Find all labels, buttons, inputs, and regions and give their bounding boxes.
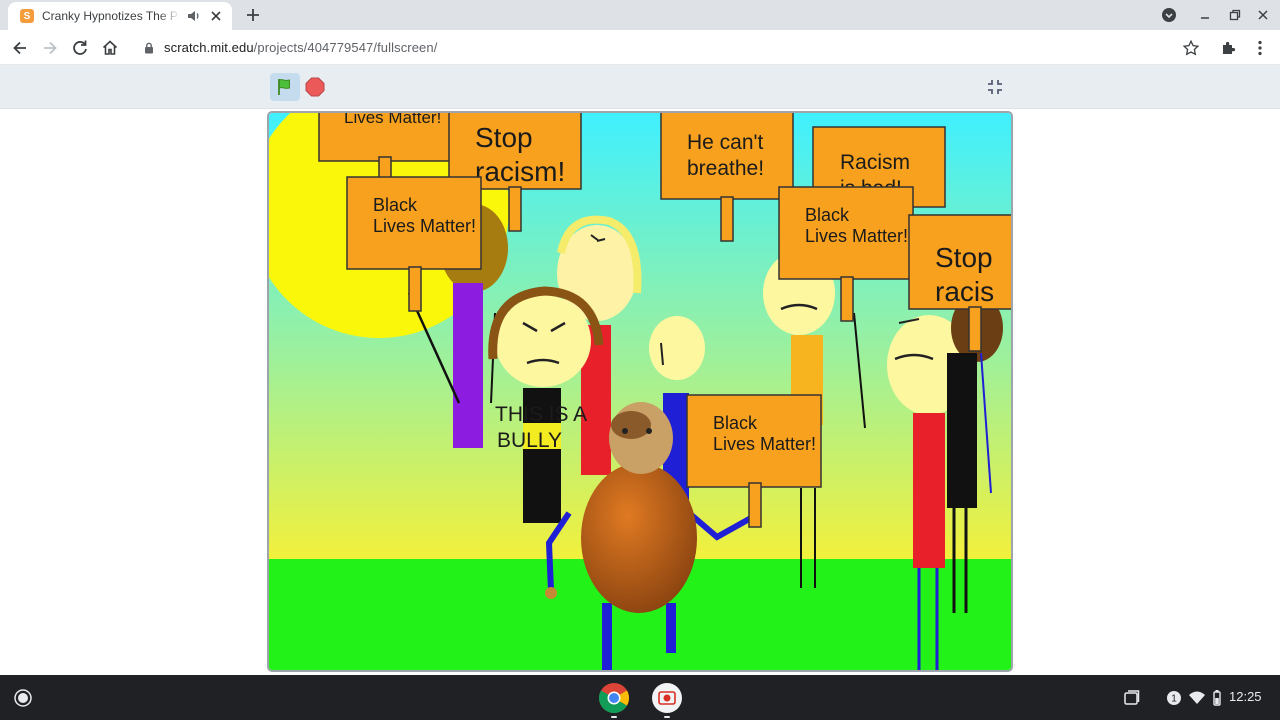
notification-count: 1 <box>1171 694 1177 705</box>
sign-cant-breathe-line-2: breathe! <box>687 157 764 180</box>
tab-strip: S Cranky Hypnotizes The Police <box>0 0 1280 30</box>
arrow-left-icon[interactable] <box>10 38 30 58</box>
arrow-right-icon[interactable] <box>40 38 60 58</box>
sign-black-1-line-1: Black <box>373 195 418 215</box>
system-clock[interactable]: 12:25 <box>1229 689 1262 704</box>
restore-icon[interactable] <box>1226 6 1244 24</box>
sign-cant-breathe-line-1: He can't <box>687 131 764 154</box>
scratch-fullscreen-page: THIS IS A BULLY Lives Matter! Stop racis… <box>0 65 1280 675</box>
sign-stop-2-line-2: racis <box>935 276 994 307</box>
star-icon[interactable] <box>1182 39 1200 57</box>
close-icon[interactable] <box>1254 6 1272 24</box>
sign-black-2-line-1: Black <box>805 205 850 225</box>
project-stage[interactable]: THIS IS A BULLY Lives Matter! Stop racis… <box>267 111 1013 672</box>
player-controls-bar <box>0 65 1280 109</box>
stop-sign-icon <box>305 77 325 97</box>
lock-icon[interactable] <box>142 41 156 55</box>
tab-title: Cranky Hypnotizes The Police <box>42 9 180 23</box>
green-flag-icon <box>278 79 290 95</box>
browser-toolbar: scratch.mit.edu/projects/404779547/fulls… <box>0 30 1280 65</box>
launcher-circle-icon[interactable] <box>12 687 34 709</box>
url-host: scratch.mit.edu <box>164 40 254 55</box>
browser-tab[interactable]: S Cranky Hypnotizes The Police <box>8 2 232 30</box>
scratch-cat-icon: S <box>20 9 34 23</box>
sign-stop-1-line-1: Stop <box>475 122 533 153</box>
sign-black-3-line-1: Black <box>713 413 758 433</box>
notification-count-icon[interactable]: 1 <box>1166 689 1182 707</box>
account-circle-icon[interactable] <box>1160 6 1178 24</box>
home-icon[interactable] <box>100 38 120 58</box>
stop-button[interactable] <box>304 76 326 98</box>
address-bar[interactable]: scratch.mit.edu/projects/404779547/fulls… <box>132 34 1208 61</box>
chrome-running-indicator <box>611 716 617 718</box>
url-path: /projects/404779547/fullscreen/ <box>253 40 438 55</box>
plus-icon[interactable] <box>243 5 263 25</box>
screen-capture-icon[interactable] <box>650 681 684 715</box>
sign-stop-1-line-2: racism! <box>475 156 565 187</box>
stage-canvas[interactable]: THIS IS A BULLY Lives Matter! Stop racis… <box>269 113 1011 670</box>
sign-top-left-line-1: Lives Matter! <box>344 113 441 127</box>
reload-icon[interactable] <box>70 38 90 58</box>
chromeos-shelf: 1 12:25 <box>0 675 1280 720</box>
wifi-icon[interactable] <box>1188 689 1206 707</box>
sign-stop-2-line-1: Stop <box>935 242 993 273</box>
overview-icon[interactable] <box>1123 689 1141 707</box>
battery-icon[interactable] <box>1211 689 1223 707</box>
sign-black-2-line-2: Lives Matter! <box>805 226 908 246</box>
kebab-menu-icon[interactable] <box>1250 38 1270 58</box>
chrome-icon[interactable] <box>597 681 631 715</box>
sign-racism-bad-line-1: Racism <box>840 151 910 174</box>
green-flag-button[interactable] <box>270 73 300 101</box>
close-icon[interactable] <box>208 8 224 24</box>
puzzle-icon[interactable] <box>1219 38 1239 58</box>
speech-line-1: THIS IS A <box>495 403 587 426</box>
exit-fullscreen-icon[interactable] <box>984 76 1006 98</box>
capture-running-indicator <box>664 716 670 718</box>
sign-black-1-line-2: Lives Matter! <box>373 216 476 236</box>
minimize-icon[interactable] <box>1196 6 1214 24</box>
sign-black-3-line-2: Lives Matter! <box>713 434 816 454</box>
speaker-icon[interactable] <box>186 8 202 24</box>
speech-line-2: BULLY <box>497 429 562 452</box>
